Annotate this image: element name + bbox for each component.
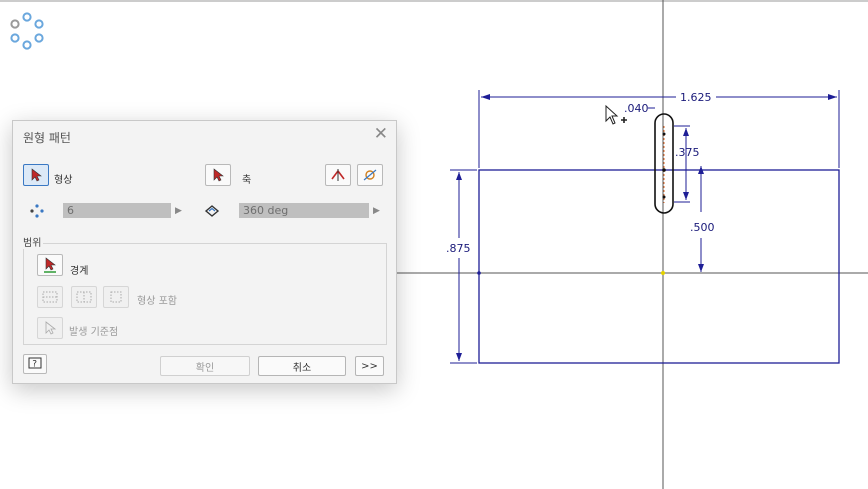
count-input[interactable] <box>63 203 171 218</box>
shape-select-button[interactable] <box>23 164 49 186</box>
count-expand-icon[interactable]: ▶ <box>175 206 182 216</box>
axis-select-button[interactable] <box>205 164 231 186</box>
dim-500-text: .500 <box>690 221 715 234</box>
select-arrow-icon <box>213 168 224 182</box>
axis-point <box>477 271 481 275</box>
slot-end-point <box>662 132 666 136</box>
dim-1625[interactable]: 1.625 <box>478 90 840 168</box>
boundary-select-button[interactable] <box>37 254 63 276</box>
axis-label: 축 <box>242 175 252 186</box>
cancel-button[interactable]: 취소 <box>258 356 346 376</box>
dim-875[interactable]: .875 <box>446 169 477 364</box>
origin-point[interactable] <box>661 271 665 275</box>
slot-center-point[interactable] <box>662 168 666 172</box>
ok-button[interactable]: 확인 <box>160 356 250 376</box>
origin-label: 발생 기준점 <box>69 327 119 338</box>
dim-875-text: .875 <box>446 242 471 255</box>
dim-500[interactable]: .500 <box>690 166 715 272</box>
angle-expand-icon[interactable]: ▶ <box>373 206 380 216</box>
grid-pattern-icon <box>42 291 58 303</box>
flip-direction-icon <box>331 169 345 181</box>
circular-pattern-dialog: 원형 패턴 ✕ 형상 축 ▶ ▶ 범위 경계 형상 포함 발생 기준점 <box>12 120 397 384</box>
dialog-title: 원형 패턴 <box>23 131 71 145</box>
select-arrow-icon <box>45 321 57 335</box>
select-arrow-icon <box>31 168 42 182</box>
include-shape-label: 형상 포함 <box>137 296 177 307</box>
more-options-button[interactable]: >> <box>355 356 384 376</box>
select-arrow-icon <box>44 257 56 273</box>
flip-direction-button[interactable] <box>325 164 351 186</box>
slot-end-point <box>662 195 666 199</box>
dim-1625-text: 1.625 <box>680 91 712 104</box>
grid-pattern-icon <box>76 291 92 303</box>
svg-text:?: ? <box>32 360 37 370</box>
include-shape-option-1[interactable] <box>37 286 63 308</box>
boundary-label: 경계 <box>70 266 89 277</box>
grid-pattern-icon <box>110 291 122 303</box>
origin-select-button[interactable] <box>37 317 63 339</box>
dim-375[interactable]: .375 <box>674 125 700 203</box>
dim-040-text: .040 <box>624 102 649 115</box>
sketch-rectangle[interactable] <box>478 169 840 364</box>
help-button[interactable]: ? <box>23 354 47 374</box>
count-icon <box>29 203 45 223</box>
include-shape-option-2[interactable] <box>71 286 97 308</box>
angle-input[interactable] <box>239 203 369 218</box>
mid-plane-icon <box>363 169 377 181</box>
mid-plane-button[interactable] <box>357 164 383 186</box>
angle-icon <box>204 203 220 223</box>
help-icon: ? <box>28 357 42 370</box>
dim-375-text: .375 <box>675 146 700 159</box>
range-group-title: 범위 <box>21 234 44 249</box>
close-icon[interactable]: ✕ <box>374 124 388 144</box>
dim-040[interactable]: .040 <box>624 102 655 115</box>
include-shape-option-3[interactable] <box>103 286 129 308</box>
shape-label: 형상 <box>54 175 73 186</box>
